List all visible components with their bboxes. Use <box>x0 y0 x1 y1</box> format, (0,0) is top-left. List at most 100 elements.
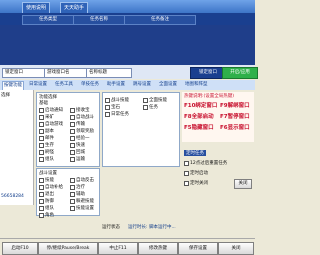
tab-account-switch[interactable]: 跳号设置 <box>132 81 152 89</box>
option-check[interactable]: 自动游戏 <box>39 121 63 127</box>
start-button[interactable]: 启动F10 <box>2 242 38 255</box>
checkbox-label: 宝石 <box>111 105 120 110</box>
checkbox-label: 自动反击 <box>76 178 94 183</box>
option-check[interactable]: 刷怪 <box>39 149 54 155</box>
column-task-type[interactable]: 任务类型 <box>22 15 74 25</box>
option-check[interactable]: 传输 <box>70 121 85 127</box>
option-check[interactable]: 启动通知 <box>39 107 63 113</box>
option-check[interactable]: 组队 <box>39 156 54 162</box>
option-check[interactable]: 全面技能 <box>143 97 167 103</box>
checkbox-label: 全面技能 <box>149 98 167 103</box>
option-check[interactable]: 角色 <box>39 212 54 218</box>
timed-start-option[interactable]: 定时启动 <box>184 170 208 176</box>
checkbox[interactable] <box>105 111 110 117</box>
option-check[interactable]: 退出 <box>39 191 54 197</box>
task-list[interactable] <box>0 25 255 65</box>
option-check[interactable]: 回城 <box>70 149 85 155</box>
checkbox[interactable] <box>39 135 44 141</box>
option-check[interactable]: 自动反击 <box>70 177 94 183</box>
option-check[interactable]: 技能设置 <box>70 205 94 211</box>
checkbox[interactable] <box>70 114 75 120</box>
checkbox[interactable] <box>143 97 148 103</box>
timed-stop-option[interactable]: 定时关闭 <box>184 180 208 186</box>
option-check[interactable]: 治疗 <box>70 184 85 190</box>
checkbox[interactable] <box>70 128 75 134</box>
reset-task-option[interactable]: 12点过后重置任务 <box>184 160 227 166</box>
hotkey-f10: F10绑定窗口 <box>184 103 218 109</box>
checkbox[interactable] <box>70 142 75 148</box>
lock-window-button[interactable]: 锁定窗口 <box>190 67 226 79</box>
tab-task-tool[interactable]: 任务工具 <box>54 81 74 89</box>
game-window-dropdown[interactable]: 游戏窗口名 <box>44 68 90 78</box>
option-check[interactable]: 自动补给 <box>39 184 63 190</box>
window-dropdown[interactable]: 锁定窗口 <box>2 68 48 78</box>
option-check[interactable]: 辅助 <box>70 191 85 197</box>
option-check[interactable]: 运输 <box>70 156 85 162</box>
checkbox[interactable] <box>39 114 44 120</box>
checkbox[interactable] <box>70 191 75 197</box>
checkbox[interactable] <box>39 156 44 162</box>
option-check[interactable]: 任务 <box>143 104 158 110</box>
modify-hotkey-button[interactable]: 修改热键 <box>138 242 178 255</box>
title-dropdown[interactable]: 名称标题 <box>86 68 132 78</box>
tab-all-settings[interactable]: 全面设置 <box>158 81 178 89</box>
option-check[interactable]: 宝石 <box>105 104 120 110</box>
tab-daily[interactable]: 日常设置 <box>28 81 48 89</box>
checkbox[interactable] <box>70 198 75 204</box>
checkbox[interactable] <box>70 156 75 162</box>
checkbox[interactable] <box>70 121 75 127</box>
checkbox[interactable] <box>39 177 44 183</box>
checkbox[interactable] <box>70 177 75 183</box>
stop-checkbox[interactable] <box>184 180 189 186</box>
checkbox[interactable] <box>39 121 44 127</box>
option-check[interactable]: 快速 <box>70 142 85 148</box>
option-check[interactable]: 经验一 <box>70 135 90 141</box>
apply-button[interactable]: 开启/应用 <box>222 67 258 79</box>
checkbox[interactable] <box>39 142 44 148</box>
column-task-note[interactable]: 任务备注 <box>124 15 196 25</box>
checkbox-label: 角色 <box>45 213 54 218</box>
stop-button[interactable]: 中止F11 <box>98 242 138 255</box>
checkbox[interactable] <box>70 149 75 155</box>
checkbox[interactable] <box>105 104 110 110</box>
checkbox[interactable] <box>39 128 44 134</box>
pause-button[interactable]: 停/继续Pause/Break <box>38 242 98 255</box>
timing-close-button[interactable]: 关闭 <box>234 179 252 189</box>
checkbox[interactable] <box>70 135 75 141</box>
start-checkbox[interactable] <box>184 170 189 176</box>
checkbox[interactable] <box>39 205 44 211</box>
checkbox[interactable] <box>39 191 44 197</box>
option-check[interactable]: 自动战斗 <box>70 114 94 120</box>
option-check[interactable]: 邮件 <box>39 135 54 141</box>
option-check[interactable]: 日常任务 <box>105 111 129 117</box>
checkbox[interactable] <box>70 107 75 113</box>
option-check[interactable]: 领取奖励 <box>70 128 94 134</box>
save-settings-button[interactable]: 保存设置 <box>178 242 218 255</box>
checkbox[interactable] <box>39 184 44 190</box>
checkbox[interactable] <box>39 107 44 113</box>
option-check[interactable]: 组队 <box>39 205 54 211</box>
tab-assistant-settings[interactable]: 助手设置 <box>106 81 126 89</box>
option-check[interactable]: 采矿 <box>39 114 54 120</box>
close-button[interactable]: 关闭 <box>218 242 254 255</box>
column-task-name[interactable]: 任务名称 <box>73 15 125 25</box>
checkbox[interactable] <box>70 184 75 190</box>
option-check[interactable]: 战斗技能 <box>105 97 129 103</box>
option-check[interactable]: 副本 <box>39 128 54 134</box>
checkbox[interactable] <box>39 198 44 204</box>
tab-single-task[interactable]: 单技任务 <box>80 81 100 89</box>
option-check[interactable]: 技能 <box>39 177 54 183</box>
tab-map[interactable]: 地图和阵型 <box>184 81 209 89</box>
hotkey-f8: F8全部启动 <box>184 114 214 120</box>
option-check[interactable]: 生存 <box>39 142 54 148</box>
option-check[interactable]: 防御 <box>39 198 54 204</box>
checkbox[interactable] <box>39 149 44 155</box>
checkbox[interactable] <box>39 212 44 218</box>
checkbox[interactable] <box>70 205 75 211</box>
option-check[interactable]: 躲避技能 <box>70 198 94 204</box>
option-check[interactable]: 接收宝 <box>70 107 90 113</box>
checkbox-label: 日常任务 <box>111 112 129 117</box>
reset-checkbox[interactable] <box>184 160 189 166</box>
checkbox[interactable] <box>105 97 110 103</box>
checkbox[interactable] <box>143 104 148 110</box>
